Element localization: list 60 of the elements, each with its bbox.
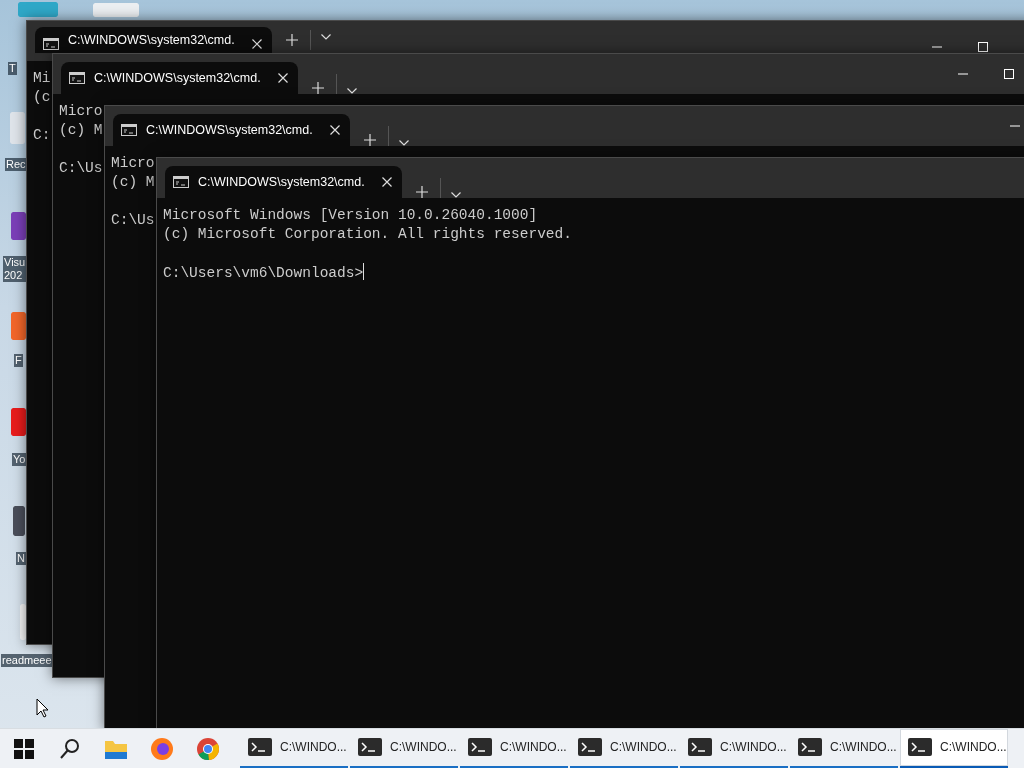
- plus-icon[interactable]: [312, 82, 324, 94]
- console-icon: [43, 37, 59, 50]
- console-text: (c) M: [59, 121, 103, 140]
- taskbar-button[interactable]: C:\WINDO...: [460, 728, 568, 768]
- maximize-icon[interactable]: [977, 42, 989, 53]
- icon-label[interactable]: readmeee: [1, 654, 53, 667]
- icon-label[interactable]: N: [16, 552, 26, 565]
- console-icon: [121, 124, 137, 136]
- terminal-icon: [578, 738, 602, 756]
- close-icon[interactable]: [382, 177, 392, 187]
- taskbar-button[interactable]: C:\WINDO...: [570, 728, 678, 768]
- taskbar-button[interactable]: C:\WINDO...: [240, 728, 348, 768]
- prompt-text: C:\Us: [111, 212, 155, 228]
- tab[interactable]: C:\WINDOWS\system32\cmd.: [113, 114, 350, 146]
- console-text: Mi: [33, 69, 51, 88]
- plus-icon[interactable]: [416, 186, 428, 198]
- search-icon[interactable]: [58, 736, 82, 761]
- start-icon[interactable]: [12, 736, 36, 761]
- taskbar-button[interactable]: C:\WINDO...: [350, 728, 458, 768]
- maximize-icon[interactable]: [1003, 68, 1015, 80]
- chevron-down-icon[interactable]: [399, 140, 409, 146]
- icon-label[interactable]: Yo: [12, 453, 27, 466]
- prompt-text: C:\Users\vm6\Downloads>: [163, 265, 364, 281]
- chevron-down-icon[interactable]: [451, 192, 461, 198]
- tab[interactable]: C:\WINDOWS\system32\cmd.: [35, 27, 272, 53]
- close-icon[interactable]: [252, 38, 262, 49]
- plus-icon[interactable]: [286, 34, 298, 46]
- console-text: (c: [33, 88, 51, 107]
- console-text: (c) Microsoft Corporation. All rights reserved.: [163, 225, 572, 244]
- icon-label[interactable]: T: [8, 62, 17, 75]
- tab[interactable]: C:\WINDOWS\system32\cmd.: [61, 62, 298, 94]
- console-text: Microsoft Windows [Version 10.0.26040.1000]: [163, 206, 538, 225]
- icon-label[interactable]: F: [14, 354, 23, 367]
- icon-label[interactable]: Rec: [5, 158, 27, 171]
- close-icon[interactable]: [278, 73, 288, 83]
- taskbar-button[interactable]: C:\WINDO...: [900, 728, 1008, 768]
- terminal-icon: [798, 738, 822, 756]
- console-icon: [69, 72, 85, 84]
- console-text: (c) M: [111, 173, 155, 192]
- tab[interactable]: C:\WINDOWS\system32\cmd.: [165, 166, 402, 198]
- icon-label[interactable]: Visu 202: [3, 256, 27, 282]
- mouse-pointer-icon: [36, 698, 49, 718]
- console-text: Micro: [59, 102, 103, 121]
- terminal-icon: [908, 738, 932, 756]
- chevron-down-icon[interactable]: [347, 88, 357, 94]
- terminal-icon: [468, 738, 492, 756]
- terminal-icon: [358, 738, 382, 756]
- prompt-text: C:\Us: [59, 160, 103, 176]
- browser-icon[interactable]: [196, 736, 220, 761]
- taskbar-button[interactable]: C:\WINDO...: [680, 728, 788, 768]
- plus-icon[interactable]: [364, 134, 376, 146]
- browser-icon[interactable]: [150, 736, 174, 761]
- prompt-text: C:: [33, 127, 51, 143]
- chevron-down-icon[interactable]: [321, 34, 331, 40]
- taskbar-button[interactable]: C:\WINDO...: [790, 728, 898, 768]
- terminal-icon: [688, 738, 712, 756]
- console-icon: [173, 176, 189, 188]
- close-icon[interactable]: [330, 125, 340, 135]
- console-text: Micro: [111, 154, 155, 173]
- terminal-icon: [248, 738, 272, 756]
